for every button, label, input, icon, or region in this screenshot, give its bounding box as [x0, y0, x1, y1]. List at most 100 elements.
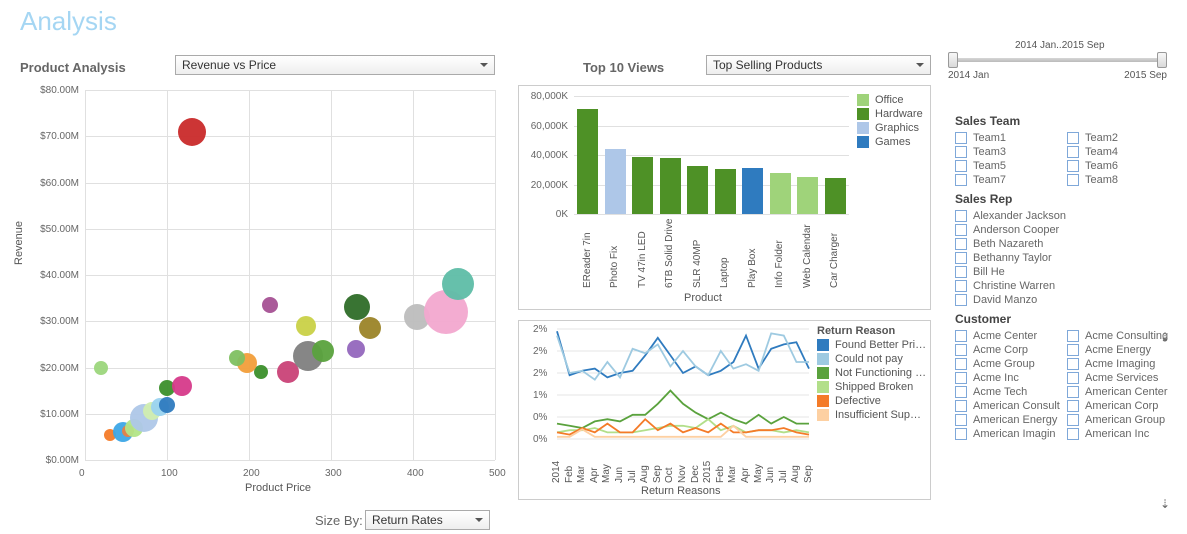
data-point[interactable]: [159, 397, 175, 413]
bar-xtick: 6TB Solid Drive: [664, 218, 675, 288]
filter-checkbox[interactable]: Beth Nazareth: [955, 238, 1175, 250]
legend-item[interactable]: Graphics: [857, 122, 923, 134]
filter-checkbox[interactable]: Team1: [955, 132, 1063, 144]
size-by-dropdown[interactable]: Return Rates: [365, 510, 490, 530]
bar[interactable]: [687, 166, 708, 214]
scatter-ytick: $20.00M: [40, 363, 79, 374]
bar-chart: Product Office Hardware Graphics Games 0K 20…: [518, 85, 931, 310]
data-point[interactable]: [262, 297, 278, 313]
line-xtick: Jun: [614, 443, 625, 483]
filter-checkbox[interactable]: Acme Center: [955, 330, 1063, 342]
bar[interactable]: [797, 177, 818, 214]
bar-xtick: Web Calendar: [802, 218, 813, 288]
line-xtick: Feb: [715, 443, 726, 483]
data-point[interactable]: [254, 365, 268, 379]
filter-checkbox[interactable]: Team3: [955, 146, 1063, 158]
legend-item[interactable]: Games: [857, 136, 923, 148]
slider-thumb-right[interactable]: [1157, 52, 1167, 68]
legend-item[interactable]: Hardware: [857, 108, 923, 120]
line-xtick: Feb: [564, 443, 575, 483]
scroll-down-icon[interactable]: ⇣: [1160, 497, 1170, 511]
filter-checkbox[interactable]: Acme Corp: [955, 344, 1063, 356]
legend-item[interactable]: Insufficient Sup…: [817, 409, 926, 421]
filter-checkbox[interactable]: American Group: [1067, 414, 1175, 426]
filter-checkbox[interactable]: Christine Warren: [955, 280, 1175, 292]
data-point[interactable]: [347, 340, 365, 358]
filter-checkbox[interactable]: Bill He: [955, 266, 1175, 278]
legend-item[interactable]: Shipped Broken: [817, 381, 926, 393]
bar[interactable]: [577, 109, 598, 214]
line-xtick: Apr: [589, 443, 600, 483]
legend-item[interactable]: Could not pay: [817, 353, 926, 365]
bar[interactable]: [770, 173, 791, 214]
scatter-ytick: $40.00M: [40, 270, 79, 281]
bar-xtick: SLR 40MP: [692, 218, 703, 288]
data-point[interactable]: [442, 268, 474, 300]
bar-xtick: Laptop: [719, 218, 730, 288]
data-point[interactable]: [172, 376, 192, 396]
line-ytick: 2%: [533, 324, 547, 335]
filter-checkbox[interactable]: American Inc: [1067, 428, 1175, 440]
line-xtick: Aug: [790, 443, 801, 483]
scroll-down-icon[interactable]: ⇣: [1160, 330, 1170, 344]
filter-checkbox[interactable]: American Corp: [1067, 400, 1175, 412]
bar-xtick: Info Folder: [774, 218, 785, 288]
bar[interactable]: [742, 168, 763, 214]
data-point[interactable]: [296, 316, 316, 336]
line-xtick: Jul: [627, 443, 638, 483]
scatter-xtick: 300: [325, 468, 342, 479]
data-point[interactable]: [359, 317, 381, 339]
bar[interactable]: [632, 157, 653, 214]
filter-checkbox[interactable]: American Energy: [955, 414, 1063, 426]
data-point[interactable]: [178, 118, 206, 146]
bar-ytick: 0K: [523, 209, 568, 220]
bar-ytick: 20,000K: [523, 180, 568, 191]
data-point[interactable]: [229, 350, 245, 366]
filter-checkbox[interactable]: Team5: [955, 160, 1063, 172]
line-series[interactable]: [557, 331, 809, 377]
product-analysis-dropdown[interactable]: Revenue vs Price: [175, 55, 495, 75]
filter-checkbox[interactable]: Acme Energy: [1067, 344, 1175, 356]
filter-checkbox[interactable]: David Manzo: [955, 294, 1175, 306]
bar-legend: Office Hardware Graphics Games: [857, 94, 923, 150]
legend-item[interactable]: Defective: [817, 395, 926, 407]
filter-checkbox[interactable]: Acme Imaging: [1067, 358, 1175, 370]
bar[interactable]: [660, 158, 681, 214]
bar-xlabel: Product: [684, 292, 722, 304]
line-series[interactable]: [557, 391, 809, 428]
bar[interactable]: [605, 149, 626, 214]
filter-checkbox[interactable]: American Consult: [955, 400, 1063, 412]
time-slider[interactable]: 2014 Jan..2015 Sep 2014 Jan 2015 Sep: [945, 40, 1170, 80]
legend-item[interactable]: Found Better Pri…: [817, 339, 926, 351]
page-title: Analysis: [20, 6, 117, 37]
legend-item[interactable]: Office: [857, 94, 923, 106]
filter-checkbox[interactable]: Anderson Cooper: [955, 224, 1175, 236]
filter-checkbox[interactable]: Bethanny Taylor: [955, 252, 1175, 264]
scatter-ytick: $30.00M: [40, 316, 79, 327]
top10-value: Top Selling Products: [713, 58, 822, 72]
bar[interactable]: [715, 169, 736, 214]
line-xtick: Sep: [803, 443, 814, 483]
line-xtick: Jul: [778, 443, 789, 483]
scatter-xlabel: Product Price: [245, 482, 311, 494]
filter-checkbox[interactable]: Alexander Jackson: [955, 210, 1175, 222]
filter-checkbox[interactable]: Acme Group: [955, 358, 1063, 370]
bar[interactable]: [825, 178, 846, 214]
filter-checkbox[interactable]: Team8: [1067, 174, 1175, 186]
filter-checkbox[interactable]: Acme Inc: [955, 372, 1063, 384]
filter-checkbox[interactable]: Team4: [1067, 146, 1175, 158]
filter-checkbox[interactable]: Team2: [1067, 132, 1175, 144]
filter-checkbox[interactable]: Team7: [955, 174, 1063, 186]
filter-checkbox[interactable]: American Imagin: [955, 428, 1063, 440]
filter-checkbox[interactable]: Acme Services: [1067, 372, 1175, 384]
data-point[interactable]: [312, 340, 334, 362]
filter-checkbox[interactable]: Acme Tech: [955, 386, 1063, 398]
filter-checkbox[interactable]: Acme Consulting: [1067, 330, 1175, 342]
top10-dropdown[interactable]: Top Selling Products: [706, 55, 931, 75]
data-point[interactable]: [94, 361, 108, 375]
slider-thumb-left[interactable]: [948, 52, 958, 68]
bar-ytick: 80,000K: [523, 91, 568, 102]
filter-checkbox[interactable]: American Center: [1067, 386, 1175, 398]
legend-item[interactable]: Not Functioning …: [817, 367, 926, 379]
filter-checkbox[interactable]: Team6: [1067, 160, 1175, 172]
